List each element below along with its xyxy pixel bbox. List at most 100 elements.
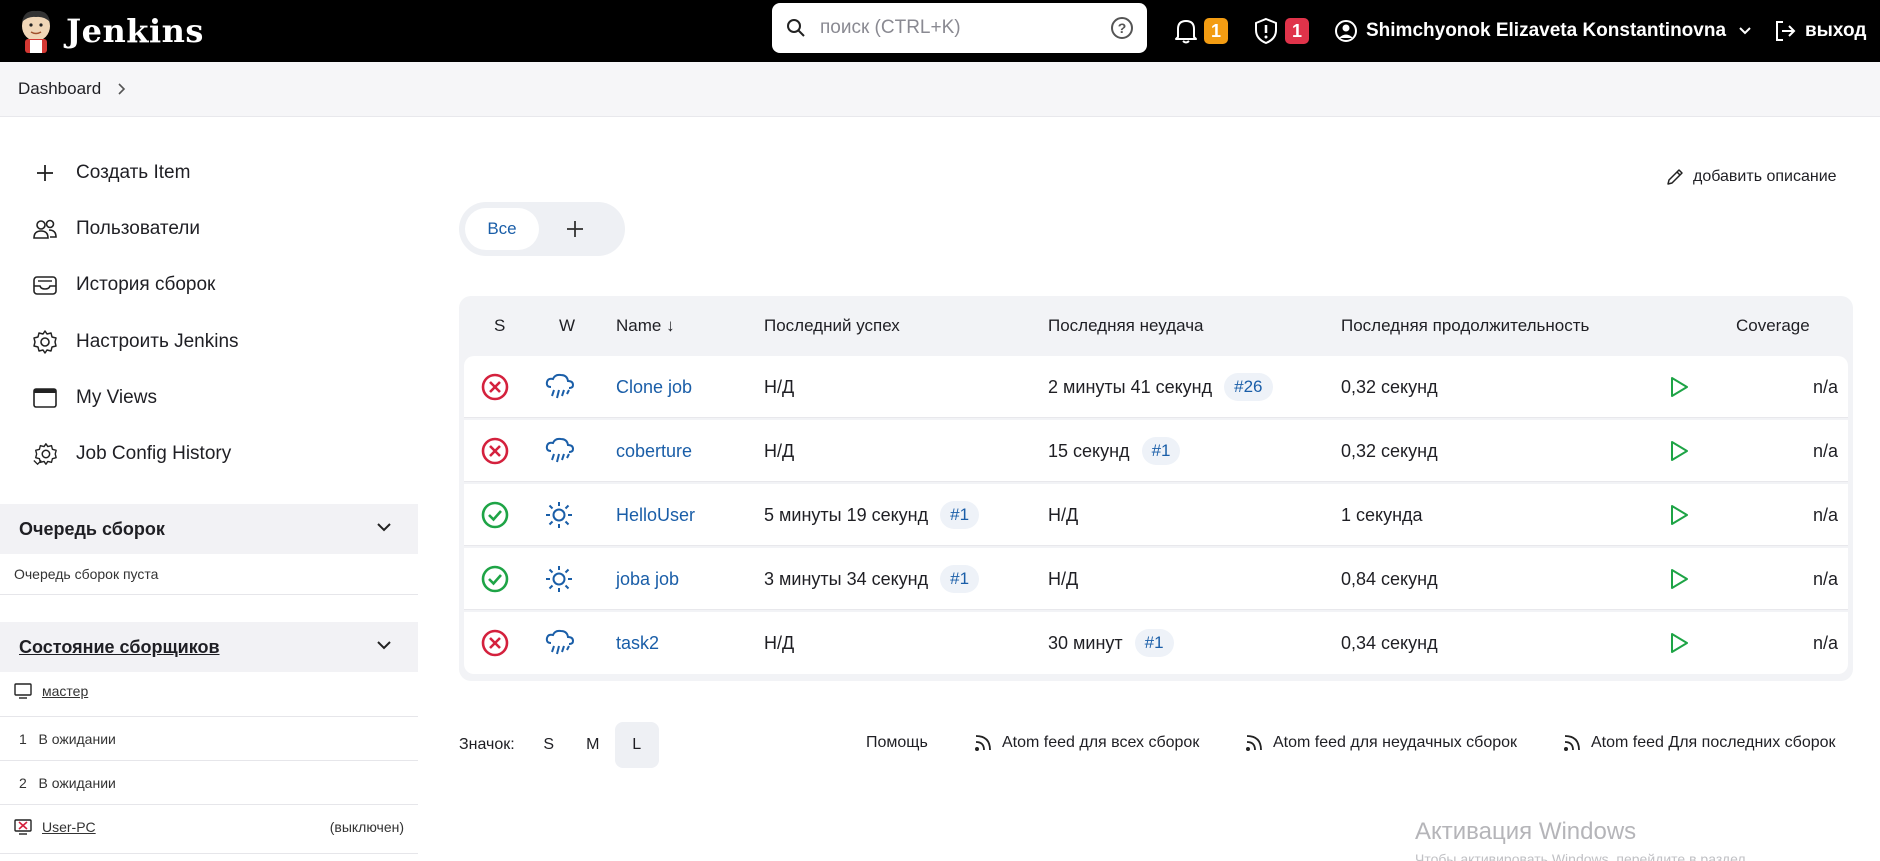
security-button[interactable]: 1 (1253, 0, 1309, 62)
column-header-last-duration[interactable]: Последняя продолжительность (1341, 316, 1589, 336)
build-number-link[interactable]: #1 (1134, 629, 1174, 657)
icon-size-selector: Значок: S M L (459, 722, 659, 768)
security-badge: 1 (1285, 18, 1309, 44)
chevron-down-icon[interactable] (376, 639, 392, 651)
search-input[interactable] (820, 17, 1090, 39)
offline-computer-icon (14, 819, 32, 835)
node-status: (выключен) (329, 819, 404, 835)
add-view-button[interactable] (563, 217, 587, 241)
chevron-down-icon[interactable] (376, 521, 392, 533)
chevron-right-icon[interactable] (117, 82, 127, 96)
sidebar-item-label: My Views (76, 387, 157, 408)
plus-icon (32, 160, 58, 186)
schedule-build-button[interactable] (1668, 356, 1690, 418)
pencil-icon (1667, 169, 1683, 185)
node-name[interactable]: User-PC (42, 819, 96, 835)
user-menu[interactable]: Shimchyonok Elizaveta Konstantinovna (1334, 0, 1752, 62)
job-name-link[interactable]: coberture (616, 420, 692, 482)
job-name-link[interactable]: joba job (616, 548, 679, 610)
breadcrumb: Dashboard (0, 62, 1880, 117)
job-name-link[interactable]: HelloUser (616, 484, 695, 546)
last-duration-cell: 0,34 секунд (1341, 632, 1438, 653)
sidebar-item-label: История сборок (76, 274, 216, 295)
executor-node-master[interactable]: мастер (14, 683, 88, 699)
build-queue-header[interactable]: Очередь сборок (0, 504, 418, 554)
breadcrumb-dashboard[interactable]: Dashboard (18, 79, 101, 99)
tab-all[interactable]: Все (465, 208, 539, 250)
build-number-link[interactable]: #1 (940, 501, 980, 529)
schedule-build-button[interactable] (1668, 548, 1690, 610)
schedule-build-button[interactable] (1668, 420, 1690, 482)
window-icon (32, 385, 58, 411)
sidebar-item-my-views[interactable]: My Views (32, 383, 157, 413)
sidebar-item-users[interactable]: Пользователи (32, 214, 200, 244)
coverage-cell: n/a (1812, 632, 1838, 653)
feed-failed-link[interactable]: Atom feed для неудачных сборок (1245, 734, 1517, 752)
sidebar-item-label: Создать Item (76, 162, 191, 183)
sidebar-item-new-item[interactable]: Создать Item (32, 158, 190, 188)
help-label: Помощь (866, 734, 928, 751)
column-header-last-success[interactable]: Последний успех (764, 316, 900, 336)
status-success-icon[interactable] (480, 548, 510, 610)
executor-node-user-pc[interactable]: User-PC (выключен) (14, 819, 404, 835)
node-name[interactable]: мастер (42, 683, 88, 699)
sidebar-item-manage-jenkins[interactable]: Настроить Jenkins (32, 327, 239, 357)
last-failure-time: Н/Д (1048, 504, 1079, 525)
icon-size-s[interactable]: S (527, 722, 571, 768)
feed-latest-link[interactable]: Atom feed Для последних сборок (1563, 734, 1836, 752)
table-row: HelloUser 5 минуты 19 секунд #1 Н/Д 1 секунд… (464, 484, 1848, 546)
last-failure-cell: 2 минуты 41 секунд #26 (1048, 356, 1273, 418)
column-header-coverage[interactable]: Coverage (1736, 316, 1810, 336)
logout-button[interactable]: выход (1773, 0, 1866, 62)
table-row: task2 Н/Д 30 минут #1 0,34 секунд n/a (464, 612, 1848, 674)
status-success-icon[interactable] (480, 484, 510, 546)
people-icon (32, 216, 58, 242)
weather-sunny-icon[interactable] (544, 484, 574, 546)
help-link[interactable]: Помощь (866, 734, 928, 752)
status-failed-icon[interactable] (480, 420, 510, 482)
feed-all-link[interactable]: Atom feed для всех сборок (974, 734, 1199, 752)
weather-rain-icon[interactable] (544, 356, 576, 418)
status-failed-icon[interactable] (480, 612, 510, 674)
sidebar-item-job-config-history[interactable]: Job Config History (32, 439, 231, 469)
shield-icon (1255, 17, 1277, 45)
schedule-build-button[interactable] (1668, 612, 1690, 674)
column-header-name[interactable]: Name ↓ (616, 316, 675, 336)
build-number-link[interactable]: #26 (1224, 373, 1273, 401)
app-title: Jenkins (66, 12, 204, 50)
last-success-cell: 5 минуты 19 секунд #1 (764, 484, 980, 546)
icon-size-l[interactable]: L (614, 722, 659, 768)
schedule-build-button[interactable] (1668, 484, 1690, 546)
jenkins-home-link[interactable]: Jenkins (16, 0, 204, 62)
top-header: Jenkins ? 1 1 Shimchyonok Elizaveta Kons… (0, 0, 1880, 62)
column-header-last-failure[interactable]: Последняя неудача (1048, 316, 1204, 336)
build-number-link[interactable]: #1 (1141, 437, 1181, 465)
executor-state: В ожидании (38, 775, 116, 791)
user-icon (1335, 20, 1357, 42)
column-header-weather[interactable]: W (559, 316, 575, 336)
weather-rain-icon[interactable] (544, 612, 576, 674)
last-duration-cell: 0,84 секунд (1341, 568, 1438, 589)
job-name-link[interactable]: task2 (616, 612, 659, 674)
windows-activation-watermark: Активация Windows (1415, 818, 1637, 845)
icon-size-m[interactable]: M (571, 722, 615, 768)
notifications-button[interactable]: 1 (1174, 0, 1228, 62)
add-description-link[interactable]: добавить описание (1665, 167, 1837, 187)
column-header-status[interactable]: S (494, 316, 505, 336)
weather-sunny-icon[interactable] (544, 548, 574, 610)
weather-rain-icon[interactable] (544, 420, 576, 482)
search-box[interactable]: ? (772, 3, 1147, 53)
status-failed-icon[interactable] (480, 356, 510, 418)
executors-title[interactable]: Состояние сборщиков (19, 637, 220, 658)
computer-icon (14, 683, 32, 699)
divider (0, 760, 418, 761)
executors-header[interactable]: Состояние сборщиков (0, 622, 418, 672)
search-help-icon[interactable]: ? (1111, 17, 1133, 39)
sidebar-item-label: Настроить Jenkins (76, 331, 239, 352)
build-number-link[interactable]: #1 (940, 565, 980, 593)
sidebar-item-build-history[interactable]: История сборок (32, 270, 215, 300)
last-duration-cell: 1 секунда (1341, 504, 1423, 525)
job-name-link[interactable]: Clone job (616, 356, 692, 418)
sidebar-item-label: Job Config History (76, 443, 232, 464)
inbox-icon (32, 272, 58, 298)
